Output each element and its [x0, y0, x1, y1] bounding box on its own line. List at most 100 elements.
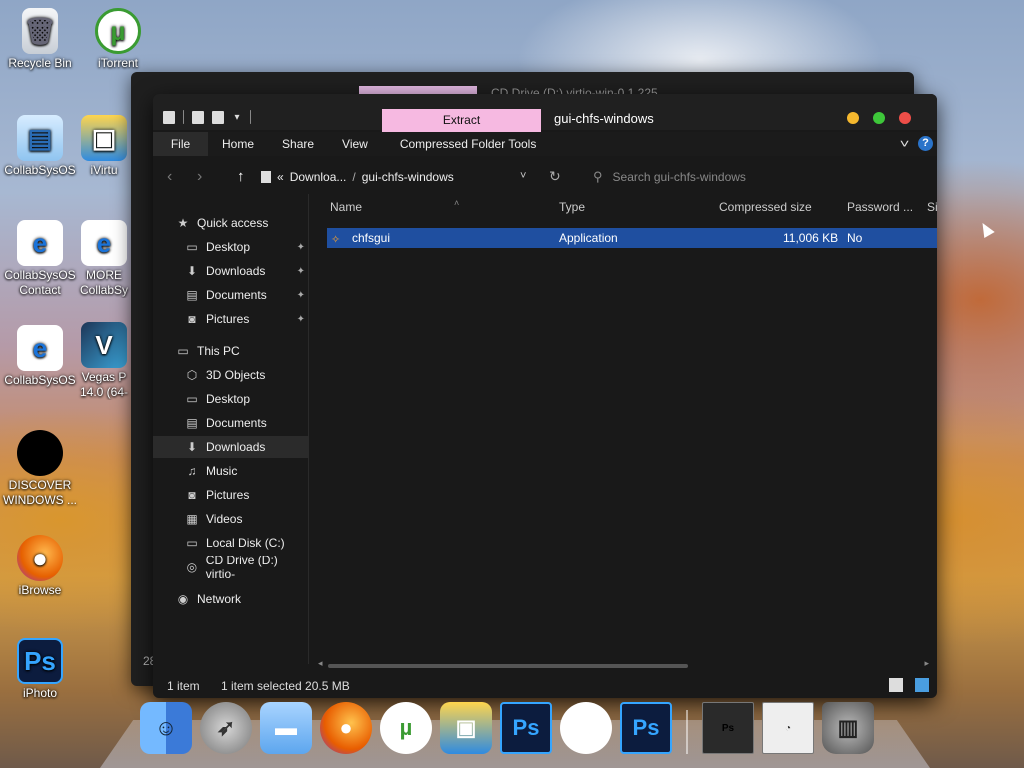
nav-videos[interactable]: ▦ Videos — [153, 508, 309, 530]
tab-view[interactable]: View — [328, 132, 382, 156]
properties-icon[interactable] — [192, 110, 204, 124]
desktop-icon-discover-windows[interactable]: DISCOVER WINDOWS ... — [0, 430, 80, 508]
nav-label: Pictures — [206, 488, 250, 502]
nav-pictures[interactable]: ◙ Pictures — [153, 484, 309, 506]
dock-photoshop-icon[interactable]: Ps — [500, 702, 552, 754]
forward-arrow-icon[interactable]: › — [197, 168, 202, 186]
scrollbar-thumb[interactable] — [328, 664, 688, 668]
window-controls — [847, 112, 911, 124]
folder-icon: ▤ — [17, 115, 63, 161]
photoshop-icon: Ps — [17, 638, 63, 684]
file-type: Application — [559, 231, 618, 245]
extract-context-tab[interactable]: Extract — [382, 109, 541, 132]
pin-icon[interactable]: ✦ — [297, 242, 305, 253]
nav-label: Quick access — [197, 216, 269, 230]
search-box[interactable]: ⚲ Search gui-chfs-windows — [593, 166, 923, 188]
nav-downloads[interactable]: ⬇ Downloads — [153, 436, 309, 458]
dock-utorrent-icon[interactable]: µ — [380, 702, 432, 754]
large-icons-view-icon[interactable] — [915, 678, 929, 692]
nav-quick-documents[interactable]: ▤ Documents ✦ — [153, 284, 309, 306]
desktop-icon-itorrent[interactable]: µ iTorrent — [78, 8, 158, 71]
dock-finder-icon[interactable]: ☺ — [140, 702, 192, 754]
column-type[interactable]: Type — [559, 200, 585, 216]
downloads-icon: ⬇ — [186, 264, 198, 278]
nav-local-disk[interactable]: ▭ Local Disk (C:) — [153, 532, 309, 554]
customize-toolbar-icon[interactable]: ▾ — [232, 111, 242, 124]
column-password[interactable]: Password ... — [847, 200, 913, 216]
help-icon[interactable]: ? — [918, 136, 933, 151]
toolbar-divider — [250, 110, 251, 124]
dock-apple-icon[interactable] — [560, 702, 612, 754]
column-size[interactable]: Si — [927, 200, 937, 216]
desktop-icon-ibrowse[interactable]: ● iBrowse — [0, 535, 80, 598]
desktop-icon-recycle-bin[interactable]: 🗑 Recycle Bin — [0, 8, 80, 71]
desktop-icon-vegas[interactable]: V Vegas P 14.0 (64- — [76, 322, 132, 400]
dock-minimized-photoshop[interactable]: Ps — [702, 702, 754, 754]
desktop-icon-label: iBrowse — [18, 583, 62, 597]
desktop-icon: ▭ — [186, 240, 198, 254]
desktop-icon-ivirtu[interactable]: ▣ iVirtu — [76, 115, 132, 178]
address-history-chevron-icon[interactable]: ˅ — [520, 170, 526, 182]
desktop-icon-label: CollabSysOS — [4, 373, 76, 387]
nav-this-pc[interactable]: ▭ This PC — [153, 340, 309, 362]
pin-icon[interactable]: ✦ — [297, 290, 305, 301]
horizontal-scrollbar[interactable]: ◂ ▸ — [314, 658, 933, 670]
column-name[interactable]: Name ˄ — [330, 198, 459, 216]
desktop-icon-more-collabsy[interactable]: e MORE CollabSy — [76, 220, 132, 298]
maximize-button[interactable] — [873, 112, 885, 124]
nav-cd-drive[interactable]: ◎ CD Drive (D:) virtio- — [153, 556, 309, 578]
nav-quick-pictures[interactable]: ◙ Pictures ✦ — [153, 308, 309, 330]
breadcrumb-current[interactable]: gui-chfs-windows — [362, 170, 454, 184]
new-folder-icon[interactable] — [212, 110, 224, 124]
dock-minimized-firefox[interactable]: ◔ — [762, 702, 814, 754]
scroll-right-arrow-icon[interactable]: ▸ — [924, 658, 929, 669]
dock-trash-icon[interactable]: ▥ — [822, 702, 874, 754]
refresh-icon[interactable]: ↻ — [549, 168, 561, 185]
nav-quick-desktop[interactable]: ▭ Desktop ✦ — [153, 236, 309, 258]
dock-photoshop-2-icon[interactable]: Ps — [620, 702, 672, 754]
column-compressed-size[interactable]: Compressed size — [719, 200, 812, 216]
file-icon[interactable] — [163, 110, 175, 124]
dock-firefox-icon[interactable]: ● — [320, 702, 372, 754]
title-bar[interactable]: ▾ Extract gui-chfs-windows — [153, 94, 937, 132]
tab-file[interactable]: File — [153, 132, 208, 156]
nav-music[interactable]: ♫ Music — [153, 460, 309, 482]
table-row[interactable]: ✧ chfsgui Application 11,006 KB No — [327, 228, 937, 248]
nav-label: Documents — [206, 288, 267, 302]
dock-files-icon[interactable]: ▬ — [260, 702, 312, 754]
pin-icon[interactable]: ✦ — [297, 266, 305, 277]
up-arrow-icon[interactable]: ↑ — [237, 168, 245, 185]
explorer-window[interactable]: ▾ Extract gui-chfs-windows File Home Sha… — [153, 94, 937, 698]
pin-icon[interactable]: ✦ — [297, 314, 305, 325]
dock-virtualbox-icon[interactable]: ▣ — [440, 702, 492, 754]
dock-launchpad-icon[interactable]: ➶ — [200, 702, 252, 754]
tab-home[interactable]: Home — [208, 132, 268, 156]
desktop-icon-collabsysos-contact[interactable]: e CollabSysOS Contact — [0, 220, 80, 298]
tab-compressed-folder-tools[interactable]: Compressed Folder Tools — [382, 132, 551, 156]
close-button[interactable] — [899, 112, 911, 124]
nav-documents[interactable]: ▤ Documents — [153, 412, 309, 434]
address-bar[interactable]: « Downloa... / gui-chfs-windows — [261, 166, 561, 188]
scroll-left-arrow-icon[interactable]: ◂ — [318, 658, 323, 669]
back-arrow-icon[interactable]: ‹ — [167, 168, 172, 186]
nav-network[interactable]: ◉ Network — [153, 588, 309, 610]
desktop-icon-label: iVirtu — [90, 163, 118, 177]
nav-3d-objects[interactable]: ⬡ 3D Objects — [153, 364, 309, 386]
nav-quick-downloads[interactable]: ⬇ Downloads ✦ — [153, 260, 309, 282]
tab-share[interactable]: Share — [268, 132, 328, 156]
desktop-icon-collabsysos[interactable]: e CollabSysOS — [0, 325, 80, 388]
nav-desktop[interactable]: ▭ Desktop — [153, 388, 309, 410]
navigation-pane[interactable]: ★ Quick access ▭ Desktop ✦ ⬇ Downloads ✦… — [153, 194, 309, 664]
status-bar: 1 item 1 item selected 20.5 MB — [153, 674, 937, 698]
address-overflow[interactable]: « — [277, 170, 284, 184]
nav-label: Videos — [206, 512, 243, 526]
desktop-icon-iphoto[interactable]: Ps iPhoto — [0, 638, 80, 701]
breadcrumb-downloads[interactable]: Downloa... — [290, 170, 347, 184]
selection-info: 1 item selected 20.5 MB — [221, 679, 350, 693]
desktop-icon-collabsysos-folder[interactable]: ▤ CollabSysOS — [0, 115, 80, 178]
file-list[interactable]: Name ˄ Type Compressed size Password ...… — [310, 194, 937, 664]
minimize-button[interactable] — [847, 112, 859, 124]
nav-quick-access[interactable]: ★ Quick access — [153, 212, 309, 234]
expand-ribbon-chevron-icon[interactable]: ˅ — [900, 137, 910, 151]
details-view-icon[interactable] — [889, 678, 903, 692]
